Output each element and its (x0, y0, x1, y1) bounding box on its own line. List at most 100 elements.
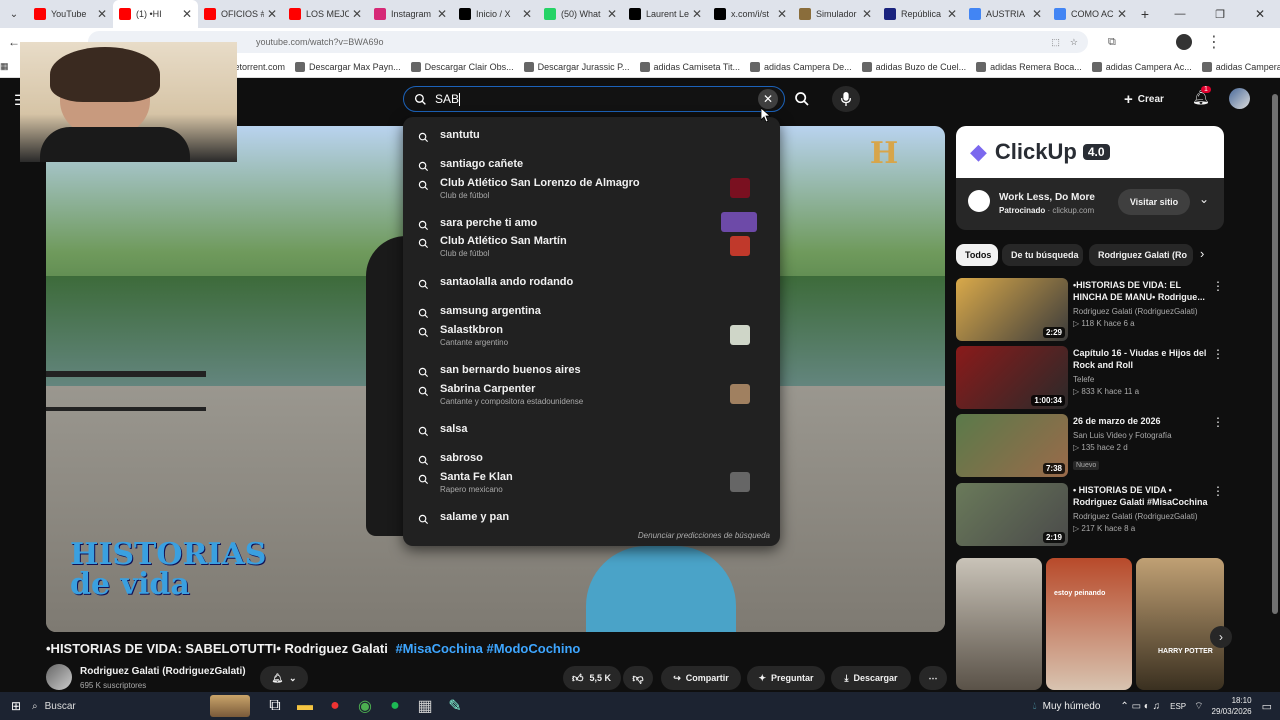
browser-tab[interactable]: LOS MEJO ✕ (283, 0, 368, 28)
bookmark-item[interactable]: Descargar Clair Obs... (410, 61, 514, 72)
calculator-icon[interactable]: ▦ (410, 696, 440, 716)
dislike-button[interactable]: 👎︎ (623, 666, 653, 690)
filter-chip[interactable]: De tu búsqueda (1002, 244, 1083, 266)
related-video-thumbnail[interactable]: 1:00:34 (956, 346, 1068, 409)
bookmark-item[interactable]: adidas Buzo de Cuel... (861, 61, 966, 72)
search-input[interactable]: SAB ✕ (403, 86, 785, 112)
close-icon[interactable]: ✕ (97, 7, 107, 21)
search-button[interactable] (785, 86, 819, 112)
close-icon[interactable]: ✕ (182, 7, 192, 21)
related-video-info[interactable]: Capítulo 16 - Viudas e Hijos del Rock and… (1073, 347, 1208, 398)
app-icon[interactable]: ● (320, 697, 350, 715)
start-button[interactable]: ⊞ (0, 699, 32, 713)
scrollbar[interactable] (1272, 88, 1278, 683)
hashtag-links[interactable]: #MisaCochina #ModoCochino (395, 641, 580, 656)
like-button[interactable]: 👍︎ 5,5 K (563, 666, 621, 690)
menu-icon[interactable]: ⋮ (1206, 32, 1222, 52)
voice-search-button[interactable] (832, 86, 860, 112)
shorts-next-button[interactable]: › (1210, 626, 1232, 648)
search-suggestion[interactable]: san bernardo buenos aires (403, 359, 780, 383)
apps-icon[interactable]: ▦ (0, 61, 9, 72)
ad-card[interactable]: ◆ ClickUp 4.0 Work Less, Do More Patroci… (956, 126, 1224, 230)
browser-tab[interactable]: (1) •HI ✕ (113, 0, 198, 28)
chrome-icon[interactable]: ◉ (350, 696, 380, 716)
tray-icons[interactable]: ⌃ ▭ ◐ ♫ (1120, 701, 1160, 712)
minimize-button[interactable]: — (1160, 8, 1200, 20)
close-icon[interactable]: ✕ (1117, 7, 1127, 21)
install-icon[interactable]: ⬚ (1051, 37, 1060, 48)
search-suggestion[interactable]: santiago cañete (403, 153, 780, 177)
notifications-button[interactable]: 🔔︎ 1 (1192, 86, 1211, 107)
close-icon[interactable]: ✕ (352, 7, 362, 21)
close-icon[interactable]: ✕ (437, 7, 447, 21)
share-button[interactable]: ↪ Compartir (661, 666, 741, 690)
shorts-thumb[interactable]: estoy peinando (1046, 558, 1132, 690)
more-options-icon[interactable]: ⋮ (1212, 415, 1224, 429)
visit-site-button[interactable]: Visitar sitio (1118, 189, 1190, 215)
wifi-icon[interactable]: ⌔ (1194, 700, 1203, 713)
related-video-info[interactable]: •HISTORIAS DE VIDA: EL HINCHA DE MANU• Ro… (1073, 279, 1208, 330)
tab-list-button[interactable]: ⌄ (0, 0, 28, 28)
related-video-thumbnail[interactable]: 2:29 (956, 278, 1068, 341)
related-video-info[interactable]: 26 de marzo de 2026 San Luis Video y Foto… (1073, 415, 1208, 472)
bookmark-item[interactable]: adidas Remera Boca... (976, 61, 1082, 72)
profile-icon[interactable] (1175, 34, 1192, 50)
file-explorer-icon[interactable]: ▬ (290, 697, 320, 715)
search-suggestion[interactable]: Salastkbron Cantante argentino (403, 323, 780, 353)
close-window-button[interactable]: ✕ (1240, 7, 1280, 21)
browser-tab[interactable]: AUSTRIA ✕ (963, 0, 1048, 28)
taskbar-search[interactable]: ⌕ Buscar (32, 701, 172, 712)
search-suggestion[interactable]: santutu (403, 124, 780, 148)
new-tab-button[interactable]: + (1133, 6, 1157, 22)
related-video-thumbnail[interactable]: 7:38 (956, 414, 1068, 477)
close-icon[interactable]: ✕ (947, 7, 957, 21)
language-indicator[interactable]: ESP (1170, 702, 1186, 711)
chevron-right-icon[interactable]: › (1200, 246, 1204, 261)
search-suggestion[interactable]: salame y pan (403, 506, 780, 530)
browser-tab[interactable]: Instagram ✕ (368, 0, 453, 28)
browser-tab[interactable]: Inicio / X ✕ (453, 0, 538, 28)
channel-name[interactable]: Rodriguez Galati (RodriguezGalati) (80, 666, 246, 677)
close-icon[interactable]: ✕ (692, 7, 702, 21)
notepad-icon[interactable]: ✎ (440, 696, 470, 716)
bookmark-item[interactable]: adidas Campera Ac... (1091, 61, 1192, 72)
search-suggestion[interactable]: santaolalla ando rodando (403, 271, 780, 295)
related-video-info[interactable]: • HISTORIAS DE VIDA • Rodriguez Galati #M… (1073, 484, 1208, 535)
browser-tab[interactable]: OFICIOS # ✕ (198, 0, 283, 28)
search-suggestion[interactable]: Club Atlético San Martín Club de fútbol (403, 234, 780, 264)
bookmark-item[interactable]: adidas Campera De... (1201, 61, 1280, 72)
search-suggestion[interactable]: salsa (403, 418, 780, 442)
create-button[interactable]: + Crear (1124, 89, 1164, 109)
more-options-icon[interactable]: ⋮ (1212, 347, 1224, 361)
clock[interactable]: 18:10 29/03/2026 (1212, 695, 1252, 717)
channel-avatar[interactable] (46, 664, 72, 690)
shorts-thumb[interactable]: HARRY POTTER (1136, 558, 1224, 690)
browser-tab[interactable]: COMO AC ✕ (1048, 0, 1133, 28)
extension-icon[interactable]: ⧉ (1108, 36, 1116, 49)
close-icon[interactable]: ✕ (267, 7, 277, 21)
download-button[interactable]: ⤓ Descargar (831, 666, 911, 690)
ask-button[interactable]: ✦ Preguntar (747, 666, 825, 690)
related-video-thumbnail[interactable]: 2:19 (956, 483, 1068, 546)
clear-search-button[interactable]: ✕ (758, 89, 778, 109)
more-actions-button[interactable]: ⋯ (919, 666, 947, 690)
search-suggestion[interactable]: sabroso (403, 447, 780, 471)
report-predictions-link[interactable]: Denunciar predicciones de búsqueda (638, 531, 770, 540)
avatar[interactable] (1229, 88, 1250, 109)
close-icon[interactable]: ✕ (1032, 7, 1042, 21)
subscribe-notify-button[interactable]: 🔔︎ ⌄ (260, 666, 308, 690)
maximize-button[interactable]: ❐ (1200, 8, 1240, 21)
bookmark-item[interactable]: Descargar Jurassic P... (523, 61, 630, 72)
bookmark-item[interactable]: Descargar Max Payn... (295, 61, 401, 72)
spotify-icon[interactable]: ● (380, 697, 410, 715)
task-view-icon[interactable]: ⧉ (260, 697, 290, 715)
url-field[interactable]: youtube.com/watch?v=BWA69o ⬚ ☆ (88, 31, 1088, 53)
close-icon[interactable]: ✕ (777, 7, 787, 21)
search-suggestion[interactable]: sara perche ti amo (403, 212, 780, 236)
search-suggestion[interactable]: Santa Fe Klan Rapero mexicano (403, 470, 780, 500)
filter-chip[interactable]: Todos (956, 244, 998, 266)
taskbar-widget-image[interactable] (210, 695, 250, 717)
bookmark-item[interactable]: adidas Campera De... (750, 61, 852, 72)
star-icon[interactable]: ☆ (1070, 37, 1078, 48)
more-options-icon[interactable]: ⋮ (1212, 279, 1224, 293)
